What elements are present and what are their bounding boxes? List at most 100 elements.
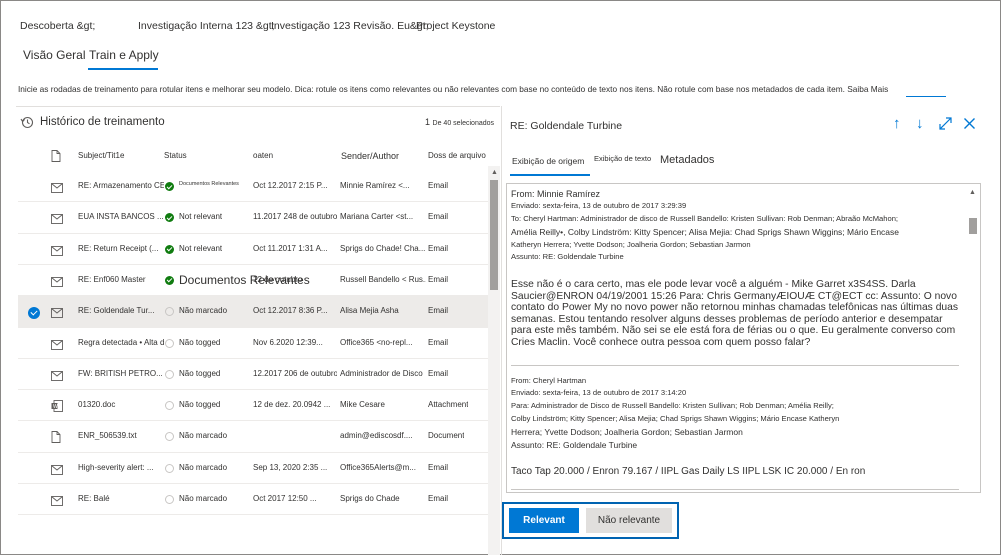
row-divider — [18, 514, 488, 516]
row-file-type: Email — [428, 368, 449, 378]
svg-text:W: W — [53, 404, 58, 410]
table-row[interactable]: RE: Armazenamento CES Documentos Relevant… — [18, 171, 488, 202]
pane-divider — [501, 106, 502, 555]
status-unlabeled-icon — [165, 338, 174, 348]
message1-body: Esse não é o cara certo, mas ele pode le… — [511, 279, 959, 348]
row-sender: Russell Bandello < Rus... — [340, 274, 426, 284]
doc-scroll-up-icon[interactable]: ▲ — [969, 189, 976, 196]
row-sender: Minnie Ramírez <... — [340, 181, 410, 190]
status-check-icon — [165, 244, 174, 254]
row-sender: Mike Cesare — [340, 400, 385, 410]
header2-from: From: Cheryl Hartman — [511, 376, 587, 385]
selection-count-label: De 40 selecionados — [432, 120, 495, 127]
file-icon — [51, 430, 61, 448]
header1-to: To: Cheryl Hartman: Administrador de dis… — [511, 214, 899, 223]
table-row[interactable]: Regra detectada • Alta de RC... Não togge… — [18, 328, 488, 359]
table-row[interactable]: RE: Enf060 Master Documentos Relevantes 12… — [18, 265, 488, 296]
row-selected-check-icon[interactable] — [28, 307, 40, 319]
row-status: Documentos Relevantes — [179, 272, 310, 287]
expand-icon[interactable] — [939, 117, 952, 130]
row-subject: RE: Enf060 Master — [78, 274, 146, 284]
status-unlabeled-icon — [165, 369, 174, 379]
mail-icon — [51, 274, 63, 292]
table-row[interactable]: High-severity alert: ... Não marcado Sep 1… — [18, 453, 488, 484]
tab-text-view[interactable]: Exibição de texto — [594, 154, 651, 163]
row-subject: FW: BRITISH PETRO... — [78, 368, 163, 378]
row-sender: Sprigs do Chade! Cha... — [340, 243, 426, 253]
column-sender[interactable]: Sender/Author — [341, 151, 399, 161]
next-item-icon[interactable]: ↓ — [916, 115, 924, 132]
info-banner: Inicie as rodadas de treinamento para ro… — [18, 84, 888, 94]
row-sender: Sprigs do Chade — [340, 494, 400, 503]
row-date: Oct 2017 12:50 ... — [253, 494, 317, 503]
column-status[interactable]: Status — [164, 151, 187, 160]
tab-metadata[interactable]: Metadados — [660, 154, 714, 166]
not-relevant-button[interactable]: Não relevante — [586, 508, 672, 533]
row-date: 12 de dez. 20.0942 ... — [253, 400, 331, 410]
previous-item-icon[interactable]: ↑ — [893, 115, 901, 132]
status-unlabeled-icon — [165, 495, 174, 504]
tab-source-view[interactable]: Exibição de origem — [512, 156, 584, 166]
divider — [16, 106, 500, 107]
message-separator-bottom — [511, 489, 959, 490]
row-status: Not relevant — [179, 212, 223, 222]
table-row[interactable]: W 01320.doc Não togged 12 de dez. 20.0942 .… — [18, 390, 488, 421]
header2-to-cont2: Herrera; Yvette Dodson; Joalheria Gordon… — [511, 427, 743, 437]
row-subject: Regra detectada • Alta de RC... — [78, 337, 164, 347]
list-scrollbar[interactable]: ▲ — [488, 166, 500, 555]
relevant-button[interactable]: Relevant — [509, 508, 579, 533]
row-file-type: Document — [428, 431, 465, 441]
row-file-type: Email — [428, 337, 449, 347]
row-date: 12.2017 206 de outubro — [253, 368, 337, 378]
history-icon — [20, 116, 34, 129]
column-date[interactable]: oaten — [253, 151, 273, 160]
row-file-type: Email — [428, 462, 449, 472]
breadcrumb-item-investigation[interactable]: Investigação Interna 123 &gt; — [138, 20, 275, 32]
row-sender: Alisa Mejia Asha — [340, 306, 399, 316]
row-status: Não togged — [179, 368, 221, 378]
tab-train-apply[interactable]: Train e Apply — [89, 48, 159, 62]
close-icon[interactable] — [963, 117, 976, 130]
row-status: Não marcado — [179, 462, 228, 472]
document-scrollbar-thumb[interactable] — [969, 218, 977, 234]
header2-to: Para: Administrador de Disco de Russell … — [511, 401, 834, 410]
mail-icon — [51, 305, 63, 323]
row-status: Documentos Relevantes — [179, 181, 239, 187]
header1-from: From: Minnie Ramírez — [511, 189, 601, 199]
info-text: Inicie as rodadas de treinamento para ro… — [18, 84, 845, 94]
row-file-type: Attachment — [428, 400, 469, 410]
breadcrumb-item-project[interactable]: Project Keystone — [416, 20, 495, 32]
selection-count: 1 De 40 selecionados — [425, 117, 494, 127]
table-row[interactable]: RE: Return Receipt (... Not relevant Oct 1… — [18, 234, 488, 265]
mail-icon — [51, 368, 63, 386]
message2-body: Taco Tap 20.000 / Enron 79.167 / IIPL Ga… — [511, 466, 866, 477]
document-viewer[interactable]: From: Minnie Ramírez Enviado: sexta-feir… — [506, 183, 981, 493]
table-row[interactable]: EUA INSTA BANCOS ... Not relevant 11.2017 … — [18, 202, 488, 233]
row-sender: admin@ediscosdf.... — [340, 431, 413, 441]
header1-to-cont: Amélia Reilly•, Colby Lindström: Kitty S… — [511, 227, 899, 237]
header2-subject: Assunto: RE: Goldendale Turbine — [511, 440, 638, 450]
header2-to-cont: Colby Lindström; Kitty Spencer; Alisa Me… — [511, 414, 840, 423]
table-row[interactable]: RE: Goldendale Tur... Não marcado Oct 12.2… — [18, 296, 488, 328]
row-subject: RE: Armazenamento CES — [78, 181, 164, 190]
breadcrumb-item-review[interactable]: Investigação 123 Revisão. Eu&gt; — [271, 20, 429, 32]
row-status: Não marcado — [179, 306, 228, 316]
learn-more-link[interactable]: Saiba Mais — [847, 84, 888, 94]
column-file-type[interactable]: Doss de arquivo — [428, 151, 486, 160]
tab-overview[interactable]: Visão Geral — [23, 48, 85, 62]
header1-sent: Enviado: sexta-feira, 13 de outubro de 2… — [511, 201, 687, 210]
row-subject: EUA INSTA BANCOS ... — [78, 212, 164, 222]
column-subject[interactable]: Subject/Tit1e — [78, 151, 124, 160]
doc-icon: W — [51, 399, 63, 417]
document-scrollbar[interactable]: ▲ — [966, 186, 979, 490]
scroll-up-icon[interactable]: ▲ — [491, 169, 498, 176]
list-scrollbar-thumb[interactable] — [490, 180, 498, 290]
row-file-type: Email — [428, 494, 449, 503]
status-unlabeled-icon — [165, 463, 174, 473]
status-check-icon — [165, 213, 174, 223]
table-row[interactable]: FW: BRITISH PETRO... Não togged 12.2017 20… — [18, 359, 488, 390]
table-row[interactable]: ENR_506539.txt Não marcado admin@ediscosdf… — [18, 421, 488, 452]
table-row[interactable]: RE: Balé Não marcado Oct 2017 12:50 ... Spr… — [18, 484, 488, 515]
row-subject: ENR_506539.txt — [78, 431, 137, 441]
breadcrumb-item-discovery[interactable]: Descoberta &gt; — [20, 20, 95, 32]
